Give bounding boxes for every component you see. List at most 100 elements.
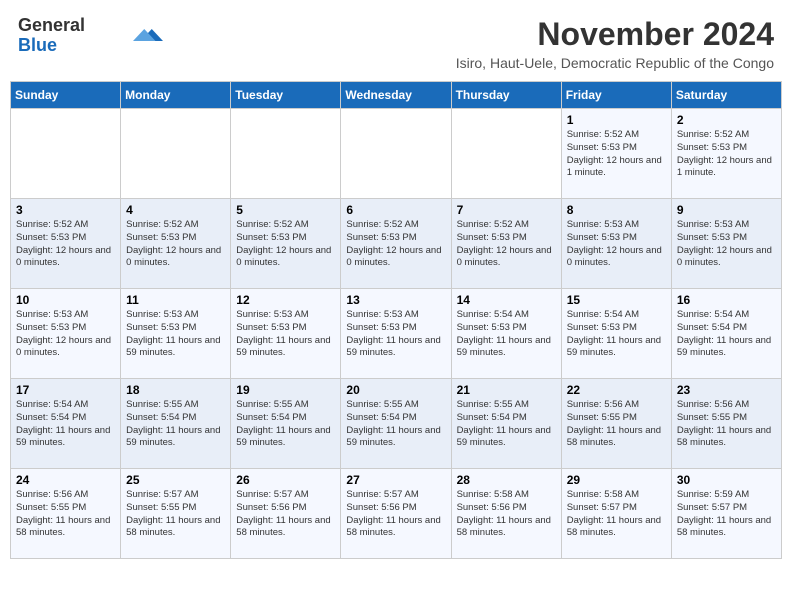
day-cell: 6 Sunrise: 5:52 AM Sunset: 5:53 PM Daylig… [341,199,451,289]
day-cell [231,109,341,199]
logo-text: General Blue [18,16,85,56]
day-cell: 30 Sunrise: 5:59 AM Sunset: 5:57 PM Dayli… [671,469,781,559]
day-number: 25 [126,473,225,487]
day-number: 13 [346,293,445,307]
day-cell: 20Sunrise: 5:55 AM Sunset: 5:54 PM Dayli… [341,379,451,469]
day-info: Sunrise: 5:52 AM Sunset: 5:53 PM Dayligh… [567,129,666,180]
day-cell [11,109,121,199]
day-number: 10 [16,293,115,307]
page-header: General Blue November 2024 Isiro, Haut-U… [10,10,782,77]
day-number: 1 [567,113,666,127]
day-info: Sunrise: 5:54 AM Sunset: 5:54 PM Dayligh… [677,309,776,360]
day-cell: 27 Sunrise: 5:57 AM Sunset: 5:56 PM Dayli… [341,469,451,559]
day-info: Sunrise: 5:53 AM Sunset: 5:53 PM Dayligh… [126,309,225,360]
day-cell [341,109,451,199]
day-cell: 23 Sunrise: 5:56 AM Sunset: 5:55 PM Dayli… [671,379,781,469]
weekday-header-tuesday: Tuesday [231,82,341,109]
month-title: November 2024 [456,16,774,53]
day-info: Sunrise: 5:55 AM Sunset: 5:54 PM Dayligh… [457,399,556,450]
day-info: Sunrise: 5:58 AM Sunset: 5:57 PM Dayligh… [567,489,666,540]
day-number: 23 [677,383,776,397]
day-cell [451,109,561,199]
day-info: Sunrise: 5:54 AM Sunset: 5:53 PM Dayligh… [567,309,666,360]
day-cell: 29Sunrise: 5:58 AM Sunset: 5:57 PM Dayli… [561,469,671,559]
day-info: Sunrise: 5:57 AM Sunset: 5:55 PM Dayligh… [126,489,225,540]
day-number: 3 [16,203,115,217]
logo-icon [133,26,163,44]
week-row-5: 24 Sunrise: 5:56 AM Sunset: 5:55 PM Dayli… [11,469,782,559]
day-info: Sunrise: 5:59 AM Sunset: 5:57 PM Dayligh… [677,489,776,540]
day-number: 17 [16,383,115,397]
day-info: Sunrise: 5:58 AM Sunset: 5:56 PM Dayligh… [457,489,556,540]
weekday-header-friday: Friday [561,82,671,109]
day-cell: 3 Sunrise: 5:52 AM Sunset: 5:53 PM Daylig… [11,199,121,289]
week-row-2: 3 Sunrise: 5:52 AM Sunset: 5:53 PM Daylig… [11,199,782,289]
day-cell: 17 Sunrise: 5:54 AM Sunset: 5:54 PM Dayli… [11,379,121,469]
week-row-3: 10 Sunrise: 5:53 AM Sunset: 5:53 PM Dayli… [11,289,782,379]
day-number: 6 [346,203,445,217]
title-section: November 2024 Isiro, Haut-Uele, Democrat… [456,16,774,71]
day-number: 30 [677,473,776,487]
weekday-header-row: SundayMondayTuesdayWednesdayThursdayFrid… [11,82,782,109]
day-number: 12 [236,293,335,307]
day-cell: 14Sunrise: 5:54 AM Sunset: 5:53 PM Dayli… [451,289,561,379]
day-info: Sunrise: 5:53 AM Sunset: 5:53 PM Dayligh… [236,309,335,360]
day-info: Sunrise: 5:56 AM Sunset: 5:55 PM Dayligh… [677,399,776,450]
day-cell: 2Sunrise: 5:52 AM Sunset: 5:53 PM Daylig… [671,109,781,199]
day-info: Sunrise: 5:53 AM Sunset: 5:53 PM Dayligh… [346,309,445,360]
day-info: Sunrise: 5:55 AM Sunset: 5:54 PM Dayligh… [236,399,335,450]
weekday-header-monday: Monday [121,82,231,109]
day-info: Sunrise: 5:52 AM Sunset: 5:53 PM Dayligh… [677,129,776,180]
calendar-table: SundayMondayTuesdayWednesdayThursdayFrid… [10,81,782,559]
week-row-4: 17 Sunrise: 5:54 AM Sunset: 5:54 PM Dayli… [11,379,782,469]
day-number: 5 [236,203,335,217]
day-number: 4 [126,203,225,217]
day-number: 27 [346,473,445,487]
weekday-header-thursday: Thursday [451,82,561,109]
day-number: 11 [126,293,225,307]
day-cell: 7 Sunrise: 5:52 AM Sunset: 5:53 PM Daylig… [451,199,561,289]
day-number: 7 [457,203,556,217]
day-cell: 24 Sunrise: 5:56 AM Sunset: 5:55 PM Dayli… [11,469,121,559]
day-info: Sunrise: 5:52 AM Sunset: 5:53 PM Dayligh… [457,219,556,270]
day-info: Sunrise: 5:54 AM Sunset: 5:53 PM Dayligh… [457,309,556,360]
day-number: 16 [677,293,776,307]
day-cell: 15 Sunrise: 5:54 AM Sunset: 5:53 PM Dayli… [561,289,671,379]
day-info: Sunrise: 5:54 AM Sunset: 5:54 PM Dayligh… [16,399,115,450]
day-info: Sunrise: 5:56 AM Sunset: 5:55 PM Dayligh… [16,489,115,540]
day-number: 28 [457,473,556,487]
day-number: 19 [236,383,335,397]
weekday-header-saturday: Saturday [671,82,781,109]
day-cell: 21 Sunrise: 5:55 AM Sunset: 5:54 PM Dayli… [451,379,561,469]
day-info: Sunrise: 5:53 AM Sunset: 5:53 PM Dayligh… [567,219,666,270]
day-number: 22 [567,383,666,397]
day-number: 24 [16,473,115,487]
day-cell: 25 Sunrise: 5:57 AM Sunset: 5:55 PM Dayli… [121,469,231,559]
day-info: Sunrise: 5:55 AM Sunset: 5:54 PM Dayligh… [126,399,225,450]
logo: General Blue [18,16,163,56]
day-cell: 10 Sunrise: 5:53 AM Sunset: 5:53 PM Dayli… [11,289,121,379]
day-number: 26 [236,473,335,487]
day-number: 15 [567,293,666,307]
day-cell: 26Sunrise: 5:57 AM Sunset: 5:56 PM Dayli… [231,469,341,559]
day-cell [121,109,231,199]
day-info: Sunrise: 5:52 AM Sunset: 5:53 PM Dayligh… [346,219,445,270]
day-info: Sunrise: 5:56 AM Sunset: 5:55 PM Dayligh… [567,399,666,450]
day-cell: 19 Sunrise: 5:55 AM Sunset: 5:54 PM Dayli… [231,379,341,469]
day-info: Sunrise: 5:53 AM Sunset: 5:53 PM Dayligh… [677,219,776,270]
week-row-1: 1 Sunrise: 5:52 AM Sunset: 5:53 PM Daylig… [11,109,782,199]
location-title: Isiro, Haut-Uele, Democratic Republic of… [456,55,774,71]
day-info: Sunrise: 5:53 AM Sunset: 5:53 PM Dayligh… [16,309,115,360]
day-cell: 22 Sunrise: 5:56 AM Sunset: 5:55 PM Dayli… [561,379,671,469]
weekday-header-wednesday: Wednesday [341,82,451,109]
day-number: 20 [346,383,445,397]
day-cell: 16 Sunrise: 5:54 AM Sunset: 5:54 PM Dayli… [671,289,781,379]
day-number: 18 [126,383,225,397]
day-number: 8 [567,203,666,217]
day-info: Sunrise: 5:52 AM Sunset: 5:53 PM Dayligh… [16,219,115,270]
day-info: Sunrise: 5:52 AM Sunset: 5:53 PM Dayligh… [126,219,225,270]
day-cell: 5Sunrise: 5:52 AM Sunset: 5:53 PM Daylig… [231,199,341,289]
day-info: Sunrise: 5:57 AM Sunset: 5:56 PM Dayligh… [346,489,445,540]
day-number: 21 [457,383,556,397]
day-cell: 12 Sunrise: 5:53 AM Sunset: 5:53 PM Dayli… [231,289,341,379]
